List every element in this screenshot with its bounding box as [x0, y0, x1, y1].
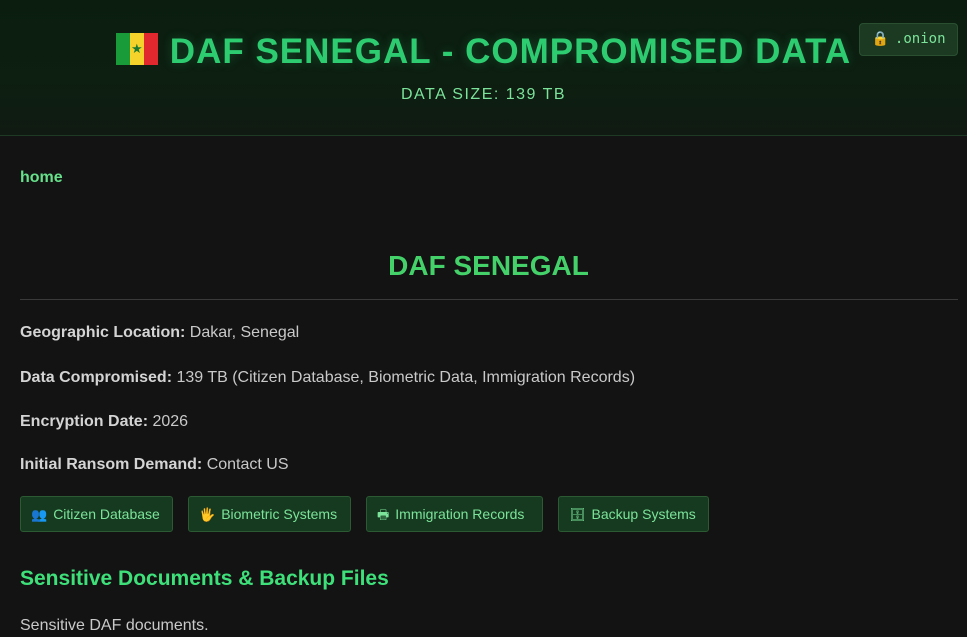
page-header: ★ DAF SENEGAL - COMPROMISED DATA DATA SI…	[0, 0, 967, 136]
divider	[20, 299, 958, 300]
info-value: 2026	[152, 413, 189, 430]
info-label: Encryption Date:	[20, 413, 149, 430]
page-title: DAF SENEGAL - COMPROMISED DATA	[169, 32, 852, 71]
org-title: DAF SENEGAL	[388, 250, 589, 281]
info-label: Geographic Location:	[20, 324, 186, 341]
hand-icon: 🖐	[199, 508, 216, 523]
info-encryption-date: Encryption Date: 2026	[20, 413, 188, 431]
tag-backup-systems[interactable]: 🗄 Backup Systems	[558, 496, 709, 532]
lock-icon: 🔒	[871, 31, 889, 47]
info-ransom-demand: Initial Ransom Demand: Contact US	[20, 456, 289, 474]
info-value: Contact US	[206, 456, 289, 473]
onion-badge[interactable]: 🔒 .onion	[859, 23, 958, 56]
info-value: Dakar, Senegal	[189, 324, 300, 341]
senegal-flag-icon: ★	[115, 33, 158, 65]
info-location: Geographic Location: Dakar, Senegal	[20, 324, 299, 342]
data-size-subtitle: DATA SIZE: 139 TB	[400, 86, 567, 103]
tag-citizen-database[interactable]: 👥 Citizen Database	[20, 496, 173, 532]
header-title-row: ★ DAF SENEGAL - COMPROMISED DATA	[0, 30, 967, 74]
people-icon: 👥	[31, 508, 48, 523]
tag-label: Immigration Records	[395, 506, 525, 522]
tag-label: Biometric Systems	[221, 506, 338, 522]
onion-label: .onion	[894, 31, 946, 47]
info-label: Initial Ransom Demand:	[20, 456, 203, 473]
section-title: Sensitive Documents & Backup Files	[20, 567, 389, 590]
tag-biometric-systems[interactable]: 🖐 Biometric Systems	[188, 496, 351, 532]
tag-immigration-records[interactable]: 🖶 Immigration Records	[366, 496, 543, 532]
info-data-compromised: Data Compromised: 139 TB (Citizen Databa…	[20, 369, 635, 387]
file-cabinet-icon: 🗄	[569, 508, 586, 523]
info-value: 139 TB (Citizen Database, Biometric Data…	[176, 369, 636, 386]
tag-label: Citizen Database	[53, 506, 160, 522]
printer-icon: 🖶	[377, 508, 390, 523]
tag-label: Backup Systems	[591, 506, 696, 522]
info-label: Data Compromised:	[20, 369, 173, 386]
home-link[interactable]: home	[20, 169, 63, 187]
section-text: Sensitive DAF documents.	[20, 617, 209, 634]
